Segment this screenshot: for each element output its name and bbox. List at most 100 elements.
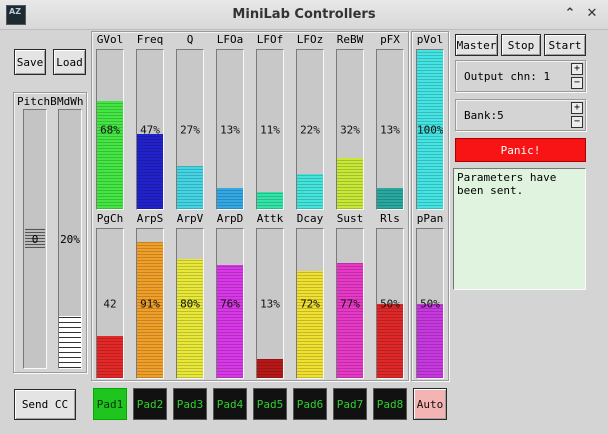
slider-q-fill xyxy=(177,166,203,209)
title-bar: AZ MiniLab Controllers ⌃ ✕ xyxy=(0,0,608,30)
slider-sust-fill xyxy=(337,263,363,378)
auto-button[interactable]: Auto xyxy=(413,388,447,420)
modwheel-label: MdWh xyxy=(57,95,84,108)
slider-dcay-fill xyxy=(297,270,323,378)
slider-arps-slider[interactable]: ArpS 91% xyxy=(133,212,167,379)
bank-decrement-button[interactable]: − xyxy=(571,116,583,128)
slider-lfof-fill xyxy=(257,191,283,209)
slider-lfoa-label: LFOa xyxy=(216,33,244,46)
slider-pvol-label: pVol xyxy=(416,33,444,46)
slider-dcay-slider[interactable]: Dcay 72% xyxy=(293,212,327,379)
modwheel-slider[interactable]: 20% xyxy=(58,109,82,369)
slider-arpv-fill xyxy=(177,258,203,378)
panic-button[interactable]: Panic! xyxy=(455,138,586,162)
slider-arps-fill xyxy=(137,242,163,378)
output-channel-label: Output chn: 1 xyxy=(464,70,551,83)
slider-arpv-value: 80% xyxy=(180,297,200,310)
slider-gvol-slider[interactable]: GVol 68% xyxy=(93,33,127,210)
slider-ppan-track[interactable]: 50% xyxy=(416,228,444,379)
slider-lfoz-track[interactable]: 22% xyxy=(296,49,324,210)
slider-sust-value: 77% xyxy=(340,297,360,310)
slider-lfoz-value: 22% xyxy=(300,123,320,136)
slider-lfof-label: LFOf xyxy=(256,33,284,46)
pad-button-8[interactable]: Pad8 xyxy=(373,388,407,420)
slider-freq-track[interactable]: 47% xyxy=(136,49,164,210)
output-channel-increment-button[interactable]: + xyxy=(571,63,583,75)
slider-ppan-slider[interactable]: pPan 50% xyxy=(413,212,447,379)
slider-lfof-slider[interactable]: LFOf 11% xyxy=(253,33,287,210)
stop-button[interactable]: Stop xyxy=(501,34,541,56)
slider-arpd-slider[interactable]: ArpD 76% xyxy=(213,212,247,379)
send-cc-button[interactable]: Send CC xyxy=(14,389,76,420)
slider-freq-value: 47% xyxy=(140,123,160,136)
save-button[interactable]: Save xyxy=(14,49,46,75)
slider-pfx-label: pFX xyxy=(380,33,400,46)
slider-sust-track[interactable]: 77% xyxy=(336,228,364,379)
pitchbend-label: PitchB xyxy=(17,95,57,108)
window-title: MiniLab Controllers xyxy=(232,7,376,22)
slider-rls-slider[interactable]: Rls 50% xyxy=(373,212,407,379)
slider-pfx-slider[interactable]: pFX 13% xyxy=(373,33,407,210)
slider-rls-value: 50% xyxy=(380,297,400,310)
slider-pfx-value: 13% xyxy=(380,123,400,136)
slider-pgch-slider[interactable]: PgCh 42 xyxy=(93,212,127,379)
slider-lfof-track[interactable]: 11% xyxy=(256,49,284,210)
slider-arpd-value: 76% xyxy=(220,297,240,310)
slider-pgch-fill xyxy=(97,336,123,378)
close-icon[interactable]: ✕ xyxy=(585,7,599,21)
slider-gvol-fill xyxy=(97,100,123,209)
slider-sust-slider[interactable]: Sust 77% xyxy=(333,212,367,379)
slider-lfoa-value: 13% xyxy=(220,123,240,136)
pad-button-2[interactable]: Pad2 xyxy=(133,388,167,420)
slider-dcay-value: 72% xyxy=(300,297,320,310)
slider-arpv-slider[interactable]: ArpV 80% xyxy=(173,212,207,379)
slider-arpd-track[interactable]: 76% xyxy=(216,228,244,379)
slider-q-slider[interactable]: Q 27% xyxy=(173,33,207,210)
slider-attk-slider[interactable]: Attk 13% xyxy=(253,212,287,379)
slider-rls-label: Rls xyxy=(380,212,400,225)
slider-arps-value: 91% xyxy=(140,297,160,310)
pad-button-6[interactable]: Pad6 xyxy=(293,388,327,420)
slider-gvol-track[interactable]: 68% xyxy=(96,49,124,210)
bank-box: Bank:5 + − xyxy=(455,99,586,131)
output-channel-decrement-button[interactable]: − xyxy=(571,77,583,89)
master-button[interactable]: Master xyxy=(455,34,498,56)
bank-increment-button[interactable]: + xyxy=(571,102,583,114)
slider-attk-label: Attk xyxy=(256,212,284,225)
slider-q-track[interactable]: 27% xyxy=(176,49,204,210)
slider-rebw-track[interactable]: 32% xyxy=(336,49,364,210)
slider-q-label: Q xyxy=(186,33,194,46)
pad-button-7[interactable]: Pad7 xyxy=(333,388,367,420)
slider-arps-track[interactable]: 91% xyxy=(136,228,164,379)
slider-lfoa-slider[interactable]: LFOa 13% xyxy=(213,33,247,210)
minimize-chevron-icon[interactable]: ⌃ xyxy=(563,7,577,21)
slider-pvol-slider[interactable]: pVol 100% xyxy=(413,33,447,210)
slider-rebw-slider[interactable]: ReBW 32% xyxy=(333,33,367,210)
slider-q-value: 27% xyxy=(180,123,200,136)
slider-lfoz-label: LFOz xyxy=(296,33,324,46)
pad-button-1[interactable]: Pad1 xyxy=(93,388,127,420)
pitchbend-slider[interactable]: 0 xyxy=(23,109,47,369)
pad-button-5[interactable]: Pad5 xyxy=(253,388,287,420)
slider-pfx-track[interactable]: 13% xyxy=(376,49,404,210)
load-button[interactable]: Load xyxy=(53,49,86,75)
slider-pgch-label: PgCh xyxy=(96,212,124,225)
slider-rls-track[interactable]: 50% xyxy=(376,228,404,379)
slider-arpv-track[interactable]: 80% xyxy=(176,228,204,379)
slider-pvol-track[interactable]: 100% xyxy=(416,49,444,210)
slider-arps-label: ArpS xyxy=(136,212,164,225)
slider-lfoa-track[interactable]: 13% xyxy=(216,49,244,210)
pad-button-4[interactable]: Pad4 xyxy=(213,388,247,420)
pad-button-3[interactable]: Pad3 xyxy=(173,388,207,420)
slider-rebw-value: 32% xyxy=(340,123,360,136)
slider-attk-fill xyxy=(257,358,283,378)
slider-lfoz-slider[interactable]: LFOz 22% xyxy=(293,33,327,210)
slider-dcay-label: Dcay xyxy=(296,212,324,225)
slider-attk-track[interactable]: 13% xyxy=(256,228,284,379)
output-channel-box: Output chn: 1 + − xyxy=(455,60,586,92)
slider-lfof-value: 11% xyxy=(260,123,280,136)
slider-pgch-track[interactable]: 42 xyxy=(96,228,124,379)
slider-freq-slider[interactable]: Freq 47% xyxy=(133,33,167,210)
slider-dcay-track[interactable]: 72% xyxy=(296,228,324,379)
start-button[interactable]: Start xyxy=(544,34,586,56)
